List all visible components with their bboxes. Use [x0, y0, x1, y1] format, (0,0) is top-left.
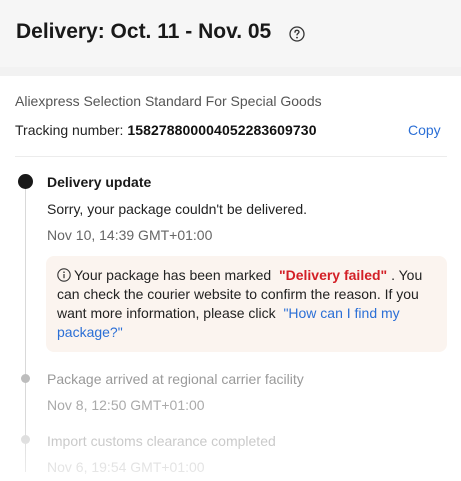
event-title: Delivery update: [47, 174, 152, 190]
tracking-row: Tracking number: 15827880000405228360973…: [15, 122, 317, 138]
timeline-dot-current: [18, 174, 33, 189]
tracking-number: 158278800004052283609730: [127, 122, 317, 138]
timeline-dot: [21, 435, 30, 444]
copy-tracking-button[interactable]: Copy: [408, 122, 441, 138]
delivery-title: Delivery: Oct. 11 - Nov. 05: [16, 20, 272, 43]
divider-line: [15, 156, 447, 157]
carrier-name: Aliexpress Selection Standard For Specia…: [15, 93, 322, 109]
section-divider: [0, 67, 461, 76]
event-title: Package arrived at regional carrier faci…: [47, 371, 304, 387]
delivery-header: Delivery: Oct. 11 - Nov. 05: [0, 0, 461, 67]
tracking-label: Tracking number:: [15, 122, 124, 138]
timeline-line: [25, 182, 26, 472]
notice-text-before: Your package has been marked: [74, 267, 272, 283]
delivery-failed-notice: Your package has been marked "Delivery f…: [46, 256, 447, 352]
notice-text: Your package has been marked "Delivery f…: [57, 266, 442, 342]
event-time: Nov 10, 14:39 GMT+01:00: [47, 227, 213, 243]
delivery-failed-status: "Delivery failed": [278, 267, 388, 283]
event-title: Import customs clearance completed: [47, 433, 276, 449]
event-time: Nov 8, 12:50 GMT+01:00: [47, 397, 205, 413]
event-time: Nov 6, 19:54 GMT+01:00: [47, 459, 205, 475]
question-circle-icon[interactable]: [289, 26, 305, 42]
event-description: Sorry, your package couldn't be delivere…: [47, 201, 308, 217]
timeline-dot: [21, 374, 30, 383]
info-circle-icon: [57, 268, 71, 282]
